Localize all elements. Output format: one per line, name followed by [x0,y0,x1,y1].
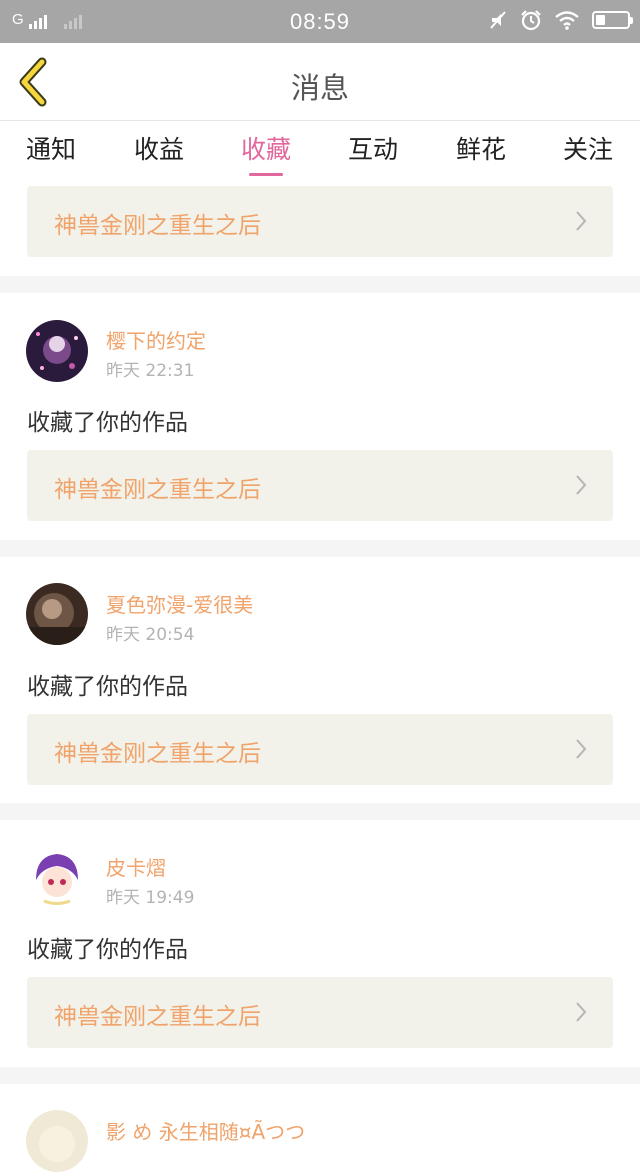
divider [0,803,640,820]
action-text: 收藏了你的作品 [27,410,188,436]
page-title: 消息 [290,71,349,105]
user-name[interactable]: 夏色弥漫-爱很美 [106,589,253,618]
user-name[interactable]: 樱下的约定 [106,325,206,354]
tab-favorites[interactable]: 收藏 [216,130,316,166]
timestamp: 昨天 19:49 [106,888,195,908]
avatar[interactable] [26,846,88,908]
status-icons [488,9,633,31]
divider [0,1067,640,1084]
divider [0,540,640,557]
tab-flowers[interactable]: 鲜花 [431,130,531,166]
header: 消息 [0,43,640,121]
work-link-card[interactable]: 神兽金刚之重生之后 [27,186,613,257]
tab-earnings[interactable]: 收益 [109,130,209,166]
timestamp: 昨天 22:31 [106,361,195,381]
chevron-right-icon [576,211,587,231]
user-name[interactable]: 皮卡熠 [106,852,166,881]
work-title: 神兽金刚之重生之后 [54,741,261,767]
avatar[interactable] [26,583,88,645]
user-name[interactable]: 影 め 永生相随¤Ãつつ [106,1116,305,1145]
active-tab-indicator [249,173,283,176]
battery-icon [592,11,633,29]
wifi-icon [555,11,579,30]
work-link-card[interactable]: 神兽金刚之重生之后 [27,714,613,785]
tab-notifications[interactable]: 通知 [1,130,101,166]
tab-bar: 通知 收益 收藏 互动 鲜花 关注 [0,121,640,177]
chevron-right-icon [576,475,587,495]
work-link-card[interactable]: 神兽金刚之重生之后 [27,977,613,1048]
mute-icon [490,11,506,29]
work-title: 神兽金刚之重生之后 [54,213,261,239]
work-title: 神兽金刚之重生之后 [54,477,261,503]
action-text: 收藏了你的作品 [27,937,188,963]
avatar[interactable] [26,1110,88,1172]
work-title: 神兽金刚之重生之后 [54,1004,261,1030]
chevron-right-icon [576,1002,587,1022]
status-bar: G 08:59 [0,0,640,43]
divider [0,276,640,293]
work-link-card[interactable]: 神兽金刚之重生之后 [27,450,613,521]
tab-interactions[interactable]: 互动 [323,130,423,166]
timestamp: 昨天 20:54 [106,625,195,645]
alarm-icon [521,10,541,31]
avatar[interactable] [26,320,88,382]
chevron-right-icon [576,739,587,759]
tab-follows[interactable]: 关注 [538,130,638,166]
action-text: 收藏了你的作品 [27,674,188,700]
